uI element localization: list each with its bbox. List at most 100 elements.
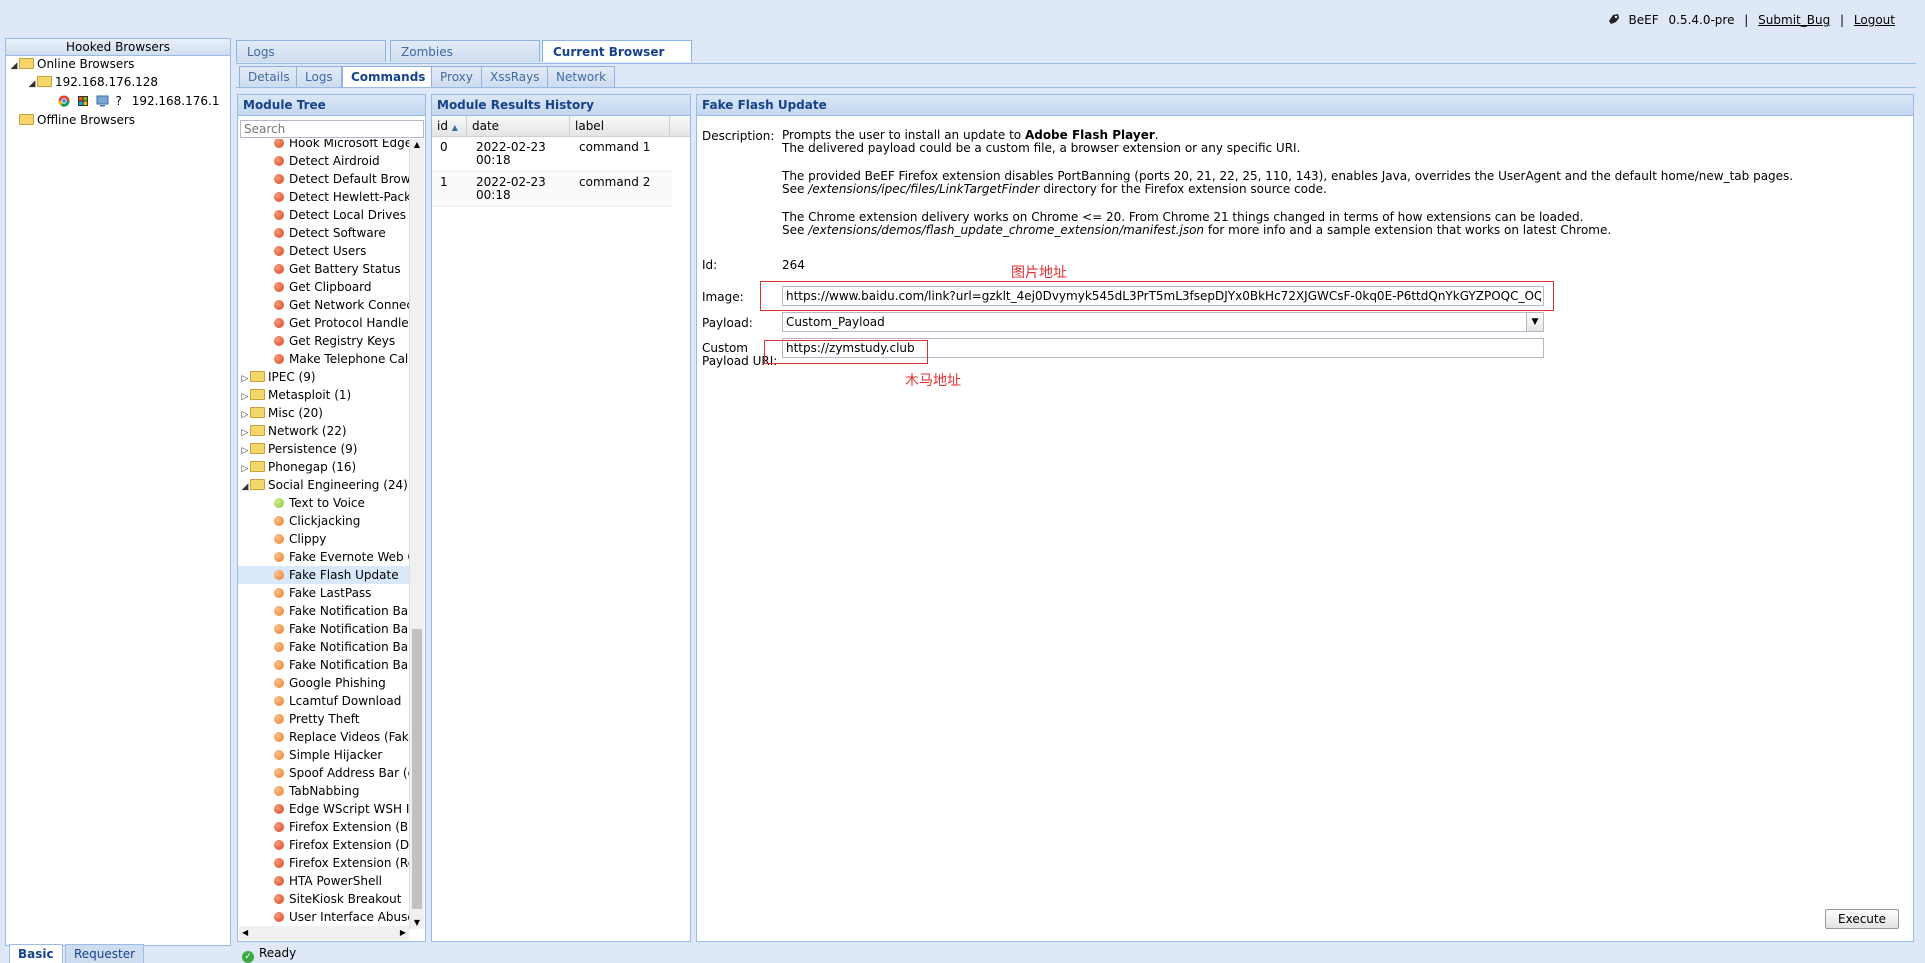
- module-item-simple-hijacker[interactable]: Simple Hijacker: [238, 746, 410, 764]
- module-category-ipec-9[interactable]: ▷ IPEC (9): [238, 368, 410, 386]
- module-item-fake-notification-bar-firefox[interactable]: Fake Notification Bar (Firefox): [238, 638, 410, 656]
- logout-link[interactable]: Logout: [1854, 13, 1895, 27]
- module-item-text-to-voice[interactable]: Text to Voice: [238, 494, 410, 512]
- tab-proxy[interactable]: Proxy: [431, 66, 482, 87]
- module-item-firefox-extension-dropper[interactable]: Firefox Extension (Dropper): [238, 836, 410, 854]
- folder-open-icon: [19, 58, 34, 69]
- module-category-phonegap-16[interactable]: ▷ Phonegap (16): [238, 458, 410, 476]
- module-category-metasploit-1[interactable]: ▷ Metasploit (1): [238, 386, 410, 404]
- module-item-spoof-address-bar-data-url[interactable]: Spoof Address Bar (data URL): [238, 764, 410, 782]
- module-item-detect-local-drives[interactable]: Detect Local Drives: [238, 206, 410, 224]
- top-bar: BeEF 0.5.4.0-pre | Submit_Bug | Logout: [0, 0, 1925, 38]
- module-tree-scrollbar[interactable]: ▲ ▼: [409, 139, 424, 929]
- tab-zombies[interactable]: Zombies: [390, 40, 540, 62]
- module-item-user-interface-abuse-ie-9-10[interactable]: User Interface Abuse (IE 9/10): [238, 908, 410, 926]
- module-item-hook-microsoft-edge[interactable]: Hook Microsoft Edge: [238, 139, 410, 152]
- module-category-social-engineering-24[interactable]: ◢ Social Engineering (24): [238, 476, 410, 494]
- tab-basic[interactable]: Basic: [9, 944, 63, 963]
- table-row[interactable]: 1 2022-02-23 00:18 command 2: [432, 172, 672, 207]
- main-tabs: Logs Zombies Current Browser: [236, 38, 1916, 63]
- host-node[interactable]: ◢ 192.168.176.128: [27, 73, 159, 93]
- module-item-fake-notification-bar-ie[interactable]: Fake Notification Bar (IE): [238, 656, 410, 674]
- module-item-fake-notification-bar[interactable]: Fake Notification Bar: [238, 602, 410, 620]
- scroll-right-icon[interactable]: ▶: [400, 926, 406, 940]
- module-item-hta-powershell[interactable]: HTA PowerShell: [238, 872, 410, 890]
- tab-logs[interactable]: Logs: [236, 40, 386, 62]
- module-item-detect-software[interactable]: Detect Software: [238, 224, 410, 242]
- tab-xssrays[interactable]: XssRays: [481, 66, 549, 87]
- expand-icon[interactable]: ▷: [240, 460, 250, 476]
- module-item-pretty-theft[interactable]: Pretty Theft: [238, 710, 410, 728]
- module-search-input[interactable]: [240, 120, 424, 138]
- status-red-icon: [274, 804, 284, 814]
- expand-icon[interactable]: ◢: [27, 75, 37, 93]
- tab-requester[interactable]: Requester: [65, 944, 145, 963]
- collapse-icon[interactable]: ◢: [240, 478, 250, 494]
- module-item-make-telephone-call[interactable]: Make Telephone Call: [238, 350, 410, 368]
- status-orange-icon: [274, 570, 284, 580]
- results-title: Module Results History: [432, 95, 690, 116]
- status-red-icon: [274, 210, 284, 220]
- offline-browsers-node[interactable]: Offline Browsers: [19, 111, 135, 129]
- module-item-detect-airdroid[interactable]: Detect Airdroid: [238, 152, 410, 170]
- online-browsers-node[interactable]: ◢ Online Browsers: [9, 55, 135, 75]
- module-category-persistence-9[interactable]: ▷ Persistence (9): [238, 440, 410, 458]
- module-item-get-protocol-handlers[interactable]: Get Protocol Handlers: [238, 314, 410, 332]
- module-item-sitekiosk-breakout[interactable]: SiteKiosk Breakout: [238, 890, 410, 908]
- expand-icon[interactable]: ▷: [240, 442, 250, 458]
- header-links: BeEF 0.5.4.0-pre | Submit_Bug | Logout: [1607, 12, 1895, 27]
- module-tree-hscrollbar[interactable]: ◀ ▶: [239, 926, 409, 940]
- module-category-network-22[interactable]: ▷ Network (22): [238, 422, 410, 440]
- module-item-get-battery-status[interactable]: Get Battery Status: [238, 260, 410, 278]
- module-item-fake-flash-update[interactable]: Fake Flash Update: [238, 566, 410, 584]
- expand-icon[interactable]: ◢: [9, 57, 19, 75]
- module-details-panel: Fake Flash Update Description: Prompts t…: [696, 94, 1914, 942]
- expand-icon[interactable]: ▷: [240, 424, 250, 440]
- status-red-icon: [274, 876, 284, 886]
- status-orange-icon: [274, 678, 284, 688]
- status-red-icon: [274, 840, 284, 850]
- submit-bug-link[interactable]: Submit_Bug: [1758, 13, 1830, 27]
- module-item-fake-lastpass[interactable]: Fake LastPass: [238, 584, 410, 602]
- hooked-browser-node[interactable]: ? 192.168.176.1: [58, 92, 219, 110]
- module-item-get-registry-keys[interactable]: Get Registry Keys: [238, 332, 410, 350]
- status-red-icon: [274, 354, 284, 364]
- module-item-firefox-extension-bindshell[interactable]: Firefox Extension (Bindshell): [238, 818, 410, 836]
- tab-logs-sub[interactable]: Logs: [296, 66, 342, 87]
- scroll-left-icon[interactable]: ◀: [242, 926, 248, 940]
- tab-current-browser[interactable]: Current Browser: [542, 40, 692, 62]
- module-item-replace-videos-fake-plugin[interactable]: Replace Videos (Fake Plugin): [238, 728, 410, 746]
- module-item-tabnabbing[interactable]: TabNabbing: [238, 782, 410, 800]
- id-value: 264: [782, 258, 805, 272]
- module-item-detect-hewlett-packard[interactable]: Detect Hewlett-Packard: [238, 188, 410, 206]
- tab-commands[interactable]: Commands: [342, 66, 435, 87]
- column-id[interactable]: id ▲: [432, 116, 467, 136]
- module-item-clippy[interactable]: Clippy: [238, 530, 410, 548]
- module-category-misc-20[interactable]: ▷ Misc (20): [238, 404, 410, 422]
- expand-icon[interactable]: ▷: [240, 388, 250, 404]
- column-label[interactable]: label: [570, 116, 670, 136]
- table-row[interactable]: 0 2022-02-23 00:18 command 1: [432, 137, 672, 172]
- module-item-get-clipboard[interactable]: Get Clipboard: [238, 278, 410, 296]
- column-date[interactable]: date: [467, 116, 570, 136]
- module-item-firefox-extension-reverse-shell[interactable]: Firefox Extension (Reverse Shell): [238, 854, 410, 872]
- module-item-google-phishing[interactable]: Google Phishing: [238, 674, 410, 692]
- scroll-thumb[interactable]: [412, 629, 422, 909]
- tab-details[interactable]: Details: [239, 66, 299, 87]
- module-item-edge-wscript-wsh-injection[interactable]: Edge WScript WSH Injection: [238, 800, 410, 818]
- chevron-down-icon[interactable]: ▼: [1526, 313, 1543, 331]
- module-item-fake-evernote-web-clipper-login[interactable]: Fake Evernote Web Clipper Login: [238, 548, 410, 566]
- module-item-get-network-connections[interactable]: Get Network Connections: [238, 296, 410, 314]
- payload-select[interactable]: Custom_Payload ▼: [782, 312, 1544, 332]
- expand-icon[interactable]: ▷: [240, 406, 250, 422]
- expand-icon[interactable]: ▷: [240, 370, 250, 386]
- execute-button[interactable]: Execute: [1825, 909, 1899, 929]
- scroll-up-icon[interactable]: ▲: [410, 139, 424, 151]
- module-item-detect-default-browser[interactable]: Detect Default Browser: [238, 170, 410, 188]
- module-item-detect-users[interactable]: Detect Users: [238, 242, 410, 260]
- module-item-clickjacking[interactable]: Clickjacking: [238, 512, 410, 530]
- module-item-lcamtuf-download[interactable]: Lcamtuf Download: [238, 692, 410, 710]
- scroll-down-icon[interactable]: ▼: [410, 917, 424, 929]
- tab-network[interactable]: Network: [547, 66, 616, 87]
- module-item-fake-notification-bar-chrome[interactable]: Fake Notification Bar (Chrome): [238, 620, 410, 638]
